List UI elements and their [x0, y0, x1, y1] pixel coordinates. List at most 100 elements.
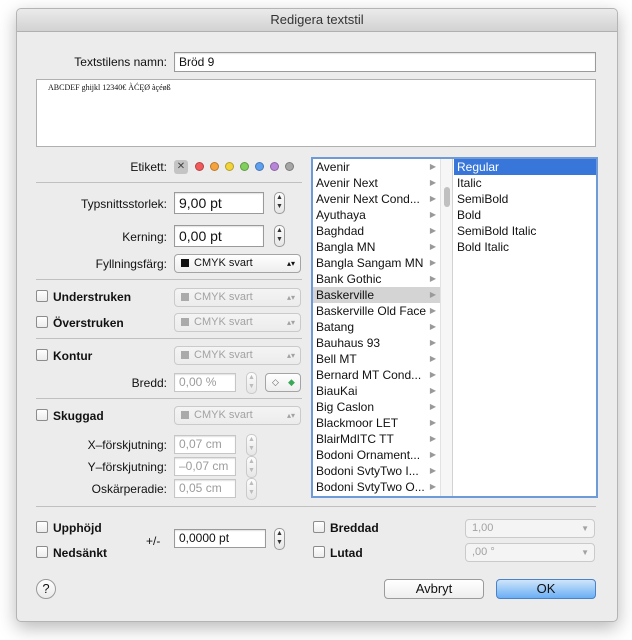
slanted-value: ,00 °	[472, 546, 495, 558]
chevron-right-icon: ▶	[429, 162, 436, 171]
chevron-right-icon: ▶	[429, 274, 436, 283]
font-list-item[interactable]: Baghdad ▶	[313, 223, 440, 239]
popup-arrows-icon: ▴▾	[286, 293, 295, 302]
font-list-item[interactable]: Batang ▶	[313, 319, 440, 335]
label-color-dot[interactable]	[210, 162, 219, 171]
shadow-x-input[interactable]: 0,07 cm	[174, 435, 236, 454]
chevron-right-icon: ▶	[429, 370, 436, 379]
fill-color-value: CMYK svart	[194, 257, 253, 269]
chevron-right-icon: ▶	[429, 322, 436, 331]
font-style-item[interactable]: SemiBold	[454, 191, 596, 207]
color-swatch-icon	[181, 351, 189, 359]
help-button[interactable]: ?	[36, 579, 56, 599]
kerning-stepper[interactable]: ▲ ▼	[274, 225, 285, 247]
font-size-input[interactable]: 9,00 pt	[174, 192, 264, 214]
outline-width-stepper[interactable]: ▲ ▼	[246, 372, 257, 394]
font-list-item[interactable]: Bodoni Ornament... ▶	[313, 447, 440, 463]
widened-combo[interactable]: 1,00 ▼	[465, 519, 595, 538]
fill-color-popup[interactable]: CMYK svart ▴▾	[174, 254, 301, 273]
strikethrough-checkbox[interactable]	[36, 316, 48, 328]
outline-width-input[interactable]: 0,00 %	[174, 373, 236, 392]
font-list-item[interactable]: Baskerville Old Face ▶	[313, 303, 440, 319]
outline-mode-toggle[interactable]: ◇ ◆	[265, 373, 301, 392]
font-list-item[interactable]: Bangla Sangam MN ▶	[313, 255, 440, 271]
separator	[36, 182, 302, 183]
font-name: Avenir Next Cond...	[316, 192, 420, 206]
baseline-shift-stepper[interactable]: ▲ ▼	[274, 528, 285, 550]
font-size-label: Typsnittsstorlek:	[80, 197, 167, 211]
font-style-item[interactable]: Bold	[454, 207, 596, 223]
font-list-item[interactable]: Avenir Next ▶	[313, 175, 440, 191]
font-list-item[interactable]: Big Caslon ▶	[313, 399, 440, 415]
font-name: Avenir	[316, 160, 350, 174]
outline-color-popup[interactable]: CMYK svart ▴▾	[174, 346, 301, 365]
font-list-item[interactable]: Bank Gothic ▶	[313, 271, 440, 287]
chevron-right-icon: ▶	[429, 386, 436, 395]
shadow-blur-stepper[interactable]: ▲ ▼	[246, 478, 257, 500]
shadow-color-value: CMYK svart	[194, 409, 253, 421]
shadow-checkbox[interactable]	[36, 409, 48, 421]
label-color-dot[interactable]	[240, 162, 249, 171]
font-list-item[interactable]: Bodoni SvtyTwo I... ▶	[313, 463, 440, 479]
font-style-item[interactable]: Bold Italic	[454, 239, 596, 255]
style-name-input[interactable]: Bröd 9	[174, 52, 596, 72]
font-list-item[interactable]: BlairMdITC TT ▶	[313, 431, 440, 447]
font-name: Avenir Next	[316, 176, 378, 190]
font-name: Bangla Sangam MN	[316, 256, 424, 270]
underline-color-popup[interactable]: CMYK svart ▴▾	[174, 288, 301, 307]
scrollbar-thumb[interactable]	[444, 187, 450, 207]
font-list-item[interactable]: Bangla MN ▶	[313, 239, 440, 255]
ok-button[interactable]: OK	[496, 579, 596, 599]
font-list-item[interactable]: Baskerville ▶	[313, 287, 440, 303]
shadow-blur-input[interactable]: 0,05 cm	[174, 479, 236, 498]
font-name: BiauKai	[316, 384, 358, 398]
kerning-input[interactable]: 0,00 pt	[174, 225, 264, 247]
font-list-item[interactable]: Bodoni SvtyTwo O... ▶	[313, 479, 440, 495]
chevron-right-icon: ▶	[429, 242, 436, 251]
label-color-dot[interactable]	[195, 162, 204, 171]
font-list-scrollbar[interactable]	[440, 159, 453, 496]
font-style-item[interactable]: Regular	[454, 159, 596, 175]
subscript-checkbox[interactable]	[36, 546, 48, 558]
separator	[36, 338, 302, 339]
widened-checkbox[interactable]	[313, 521, 325, 533]
chevron-right-icon: ▶	[429, 306, 436, 315]
outline-checkbox[interactable]	[36, 349, 48, 361]
label-color-dot[interactable]	[270, 162, 279, 171]
font-list-item[interactable]: BiauKai ▶	[313, 383, 440, 399]
cancel-button[interactable]: Avbryt	[384, 579, 484, 599]
font-style-item[interactable]: SemiBold Italic	[454, 223, 596, 239]
font-list-item[interactable]: Avenir ▶	[313, 159, 440, 175]
font-family-list[interactable]: Avenir ▶ Avenir Next ▶ Avenir Next Cond... ▶ A…	[313, 159, 440, 496]
slanted-combo[interactable]: ,00 ° ▼	[465, 543, 595, 562]
underline-checkbox[interactable]	[36, 290, 48, 302]
font-list-item[interactable]: Ayuthaya ▶	[313, 207, 440, 223]
filled-diamond-icon: ◆	[288, 377, 295, 387]
font-list-item[interactable]: Avenir Next Cond... ▶	[313, 191, 440, 207]
superscript-checkbox[interactable]	[36, 521, 48, 533]
strikethrough-color-popup[interactable]: CMYK svart ▴▾	[174, 313, 301, 332]
font-size-stepper[interactable]: ▲ ▼	[274, 192, 285, 214]
color-swatch-icon	[181, 293, 189, 301]
shadow-y-label: Y–förskjutning:	[87, 460, 167, 474]
font-style-item[interactable]: Italic	[454, 175, 596, 191]
slanted-checkbox[interactable]	[313, 546, 325, 558]
baseline-shift-input[interactable]: 0,0000 pt	[174, 529, 266, 548]
shadow-y-stepper[interactable]: ▲ ▼	[246, 456, 257, 478]
chevron-right-icon: ▶	[429, 210, 436, 219]
shadow-color-popup[interactable]: CMYK svart ▴▾	[174, 406, 301, 425]
font-list-item[interactable]: Blackmoor LET ▶	[313, 415, 440, 431]
label-color-dot[interactable]	[255, 162, 264, 171]
no-label-icon[interactable]: ✕	[174, 160, 188, 174]
outline-color-value: CMYK svart	[194, 349, 253, 361]
font-name: Baghdad	[316, 224, 365, 238]
shadow-x-stepper[interactable]: ▲ ▼	[246, 434, 257, 456]
shadow-y-input[interactable]: –0,07 cm	[174, 457, 236, 476]
label-color-dot[interactable]	[225, 162, 234, 171]
combo-arrow-icon: ▼	[581, 524, 589, 533]
font-list-item[interactable]: Bell MT ▶	[313, 351, 440, 367]
label-color-dot[interactable]	[285, 162, 294, 171]
font-list-item[interactable]: Bernard MT Cond... ▶	[313, 367, 440, 383]
font-list-item[interactable]: Bauhaus 93 ▶	[313, 335, 440, 351]
font-style-list[interactable]: Regular Italic SemiBold Bold SemiBold Italic…	[454, 159, 596, 496]
